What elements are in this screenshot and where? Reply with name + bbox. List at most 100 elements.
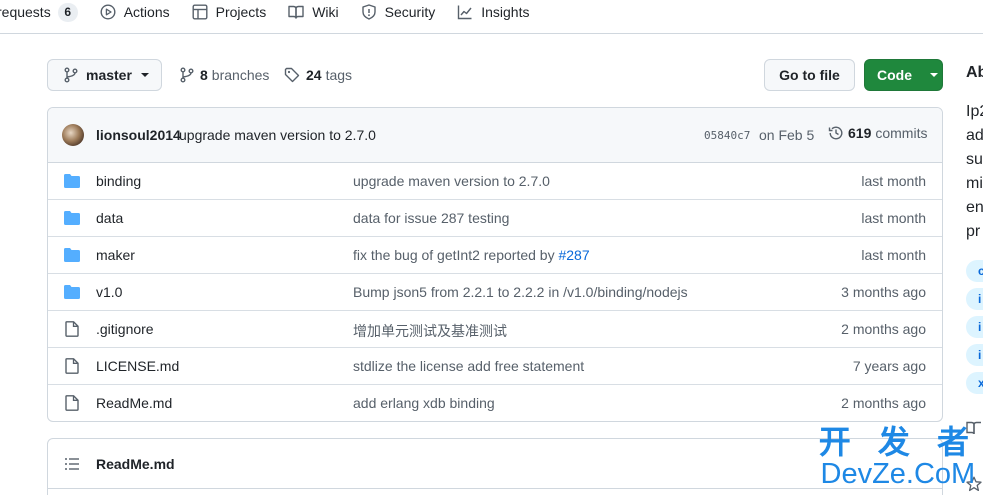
tab-label: Wiki xyxy=(312,4,339,20)
tab-label: Insights xyxy=(481,4,530,20)
tags-count: 24 xyxy=(306,67,322,83)
tag-icon xyxy=(284,67,300,83)
file-name[interactable]: .gitignore xyxy=(96,321,154,337)
commit-count: 619 xyxy=(848,125,872,141)
tab-projects[interactable]: Projects xyxy=(182,0,277,24)
play-icon xyxy=(100,4,116,20)
file-name[interactable]: v1.0 xyxy=(96,284,122,300)
commit-date: on Feb 5 xyxy=(759,127,815,143)
shield-icon xyxy=(361,4,376,20)
readme-title[interactable]: ReadMe.md xyxy=(96,456,175,472)
chevron-down-icon xyxy=(930,73,938,77)
tab-label: Projects xyxy=(215,4,267,20)
branch-name: master xyxy=(86,67,132,83)
watermark-line2: DevZe.CoM xyxy=(820,458,976,490)
about-description-line: en xyxy=(966,199,983,216)
folder-icon xyxy=(64,285,80,299)
issue-link[interactable]: #287 xyxy=(558,247,589,263)
tab-label: requests xyxy=(0,4,51,20)
history-icon xyxy=(828,126,843,140)
code-button[interactable]: Code xyxy=(864,59,943,91)
table-row: maker fix the bug of getInt2 reported by… xyxy=(48,237,942,274)
file-commit-message[interactable]: stdlize the license add free statement xyxy=(353,358,584,374)
folder-icon xyxy=(64,211,80,225)
commits-link[interactable]: 619 commits xyxy=(828,125,927,141)
branches-label: branches xyxy=(211,67,270,83)
readme-box: ReadMe.md xyxy=(47,438,943,495)
branches-link[interactable]: 8 branches xyxy=(180,59,269,91)
file-commit-message[interactable]: Bump json5 from 2.2.1 to 2.2.2 in /v1.0/… xyxy=(353,284,688,300)
file-commit-message[interactable]: data for issue 287 testing xyxy=(353,210,509,226)
file-age: 2 months ago xyxy=(841,321,926,337)
tab-wiki[interactable]: Wiki xyxy=(278,0,348,24)
commit-count-label: commits xyxy=(875,125,928,141)
file-age: 7 years ago xyxy=(852,358,926,374)
file-name[interactable]: ReadMe.md xyxy=(96,395,172,411)
table-row: binding upgrade maven version to 2.7.0 l… xyxy=(48,163,942,200)
file-icon xyxy=(65,358,79,374)
about-description-line: ad xyxy=(966,127,983,144)
commit-message[interactable]: upgrade maven version to 2.7.0 xyxy=(179,127,376,143)
file-list: lionsoul2014 upgrade maven version to 2.… xyxy=(47,107,943,422)
pull-requests-counter: 6 xyxy=(57,2,78,22)
latest-commit: lionsoul2014 upgrade maven version to 2.… xyxy=(48,108,942,163)
tags-link[interactable]: 24 tags xyxy=(284,59,352,91)
file-commit-message[interactable]: upgrade maven version to 2.7.0 xyxy=(353,173,550,189)
list-unordered-icon[interactable] xyxy=(64,456,80,472)
tab-label: Security xyxy=(384,4,436,20)
table-row: data data for issue 287 testing last mon… xyxy=(48,200,942,237)
readme-header: ReadMe.md xyxy=(48,439,942,489)
table-row: .gitignore 增加单元测试及基准测试 2 months ago xyxy=(48,311,942,348)
folder-icon xyxy=(64,248,80,262)
file-commit-message[interactable]: add erlang xdb binding xyxy=(353,395,495,411)
file-age: last month xyxy=(861,173,926,189)
about-description-line: mi xyxy=(966,175,983,192)
file-name[interactable]: data xyxy=(96,210,123,226)
file-icon xyxy=(65,395,79,411)
file-icon xyxy=(65,321,79,337)
avatar[interactable] xyxy=(62,124,84,146)
graph-icon xyxy=(458,5,472,20)
tab-actions[interactable]: Actions xyxy=(90,0,180,24)
about-heading: Ab xyxy=(966,64,983,81)
watermark: 开 发 者 DevZe.CoM xyxy=(819,426,977,489)
file-age: 3 months ago xyxy=(841,284,926,300)
file-commit-message-wrap: fix the bug of getInt2 reported by #287 xyxy=(353,247,590,263)
topic-tag[interactable]: i xyxy=(966,288,983,310)
book-icon xyxy=(288,5,304,19)
about-description-line: su xyxy=(966,151,983,168)
file-age: last month xyxy=(861,210,926,226)
chevron-down-icon xyxy=(140,73,149,77)
topic-tag[interactable]: i xyxy=(966,316,983,338)
tab-security[interactable]: Security xyxy=(351,0,446,24)
file-commit-message[interactable]: fix the bug of getInt2 reported by xyxy=(353,247,558,263)
folder-icon xyxy=(64,174,80,188)
tab-label: Actions xyxy=(123,4,170,20)
table-row: LICENSE.md stdlize the license add free … xyxy=(48,348,942,385)
git-branch-icon xyxy=(64,67,78,83)
branches-count: 8 xyxy=(200,67,208,83)
topic-tag[interactable]: i xyxy=(966,344,983,366)
tab-pull-requests[interactable]: requests 6 xyxy=(0,0,88,24)
file-name[interactable]: binding xyxy=(96,173,141,189)
about-description-line: pr xyxy=(966,223,981,240)
file-name[interactable]: LICENSE.md xyxy=(96,358,179,374)
git-branch-icon xyxy=(180,67,194,83)
code-button-label: Code xyxy=(877,67,912,83)
tab-insights[interactable]: Insights xyxy=(447,0,539,24)
file-age: 2 months ago xyxy=(841,395,926,411)
branch-select-button[interactable]: master xyxy=(47,59,162,91)
commit-sha[interactable]: 05840c7 xyxy=(704,129,750,142)
go-to-file-button[interactable]: Go to file xyxy=(764,59,855,91)
table-row: ReadMe.md add erlang xdb binding 2 month… xyxy=(48,385,942,421)
repo-nav: requests 6 Actions Projects Wiki Securit… xyxy=(0,0,983,34)
commit-author[interactable]: lionsoul2014 xyxy=(96,127,181,143)
tags-label: tags xyxy=(325,67,353,83)
table-icon xyxy=(192,4,208,20)
topic-tag[interactable]: c xyxy=(966,260,983,282)
topic-tag[interactable]: x xyxy=(966,372,983,394)
file-name[interactable]: maker xyxy=(96,247,135,263)
watermark-line1: 开 发 者 xyxy=(818,423,977,461)
file-commit-message[interactable]: 增加单元测试及基准测试 xyxy=(353,321,507,341)
file-navigation: master 8 branches 24 tags Go to file Cod… xyxy=(47,59,943,91)
